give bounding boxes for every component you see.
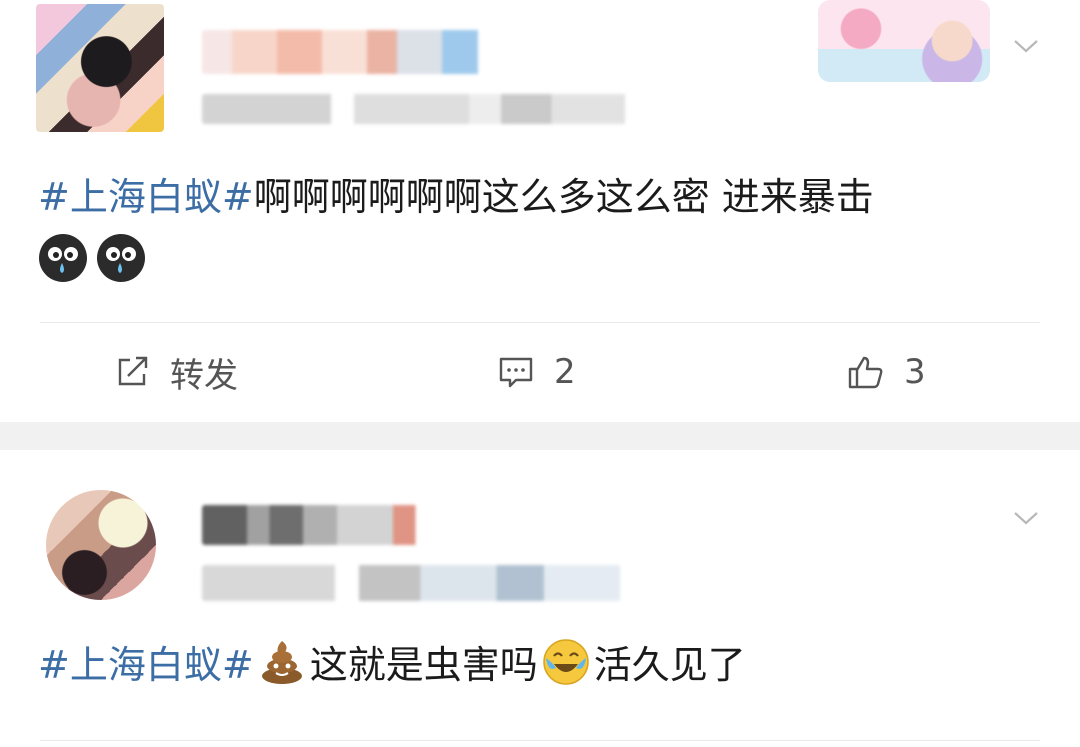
post-content: #上海白蚁# 这就是虫害吗 活久见了 <box>38 636 1040 694</box>
post-text: 这就是虫害吗 <box>309 643 538 687</box>
post-content: #上海白蚁#啊啊啊啊啊啊这么多这么密 进来暴击 <box>38 168 1040 284</box>
action-bar: 转发 2 3 <box>0 340 1080 404</box>
crying-emoji-icon <box>38 233 88 283</box>
post-meta-blurred <box>202 565 677 601</box>
divider <box>40 322 1040 323</box>
post-card: #上海白蚁# 这就是虫害吗 活久见了 <box>0 450 1080 747</box>
post-text: 啊啊啊啊啊啊这么多这么密 进来暴击 <box>253 175 874 219</box>
post-meta-blurred <box>202 94 662 124</box>
poop-emoji-icon <box>258 638 306 686</box>
crying-emoji-icon <box>96 233 146 283</box>
chevron-down-icon[interactable] <box>1012 504 1040 532</box>
thumbs-up-icon <box>848 356 883 389</box>
post-text: 活久见了 <box>593 643 746 687</box>
post-card: #上海白蚁#啊啊啊啊啊啊这么多这么密 进来暴击 转发 2 3 <box>0 0 1080 422</box>
post-separator <box>0 422 1080 450</box>
repost-label: 转发 <box>170 355 238 396</box>
hashtag-link[interactable]: #上海白蚁# <box>38 643 254 687</box>
avatar[interactable] <box>46 490 156 600</box>
username-blurred[interactable] <box>202 30 502 74</box>
like-count: 3 <box>904 352 926 392</box>
divider <box>40 740 1040 741</box>
repost-icon <box>118 356 148 386</box>
hashtag-link[interactable]: #上海白蚁# <box>38 175 254 219</box>
chevron-down-icon[interactable] <box>1012 32 1040 60</box>
like-button[interactable]: 3 <box>846 340 926 404</box>
avatar[interactable] <box>36 4 164 132</box>
comment-icon <box>499 357 533 388</box>
username-blurred[interactable] <box>202 505 427 545</box>
laughing-tears-emoji-icon <box>542 638 590 686</box>
repost-button[interactable]: 转发 <box>112 340 238 404</box>
comment-count: 2 <box>554 352 576 392</box>
decoration-badge <box>818 0 990 82</box>
comment-button[interactable]: 2 <box>496 340 576 404</box>
